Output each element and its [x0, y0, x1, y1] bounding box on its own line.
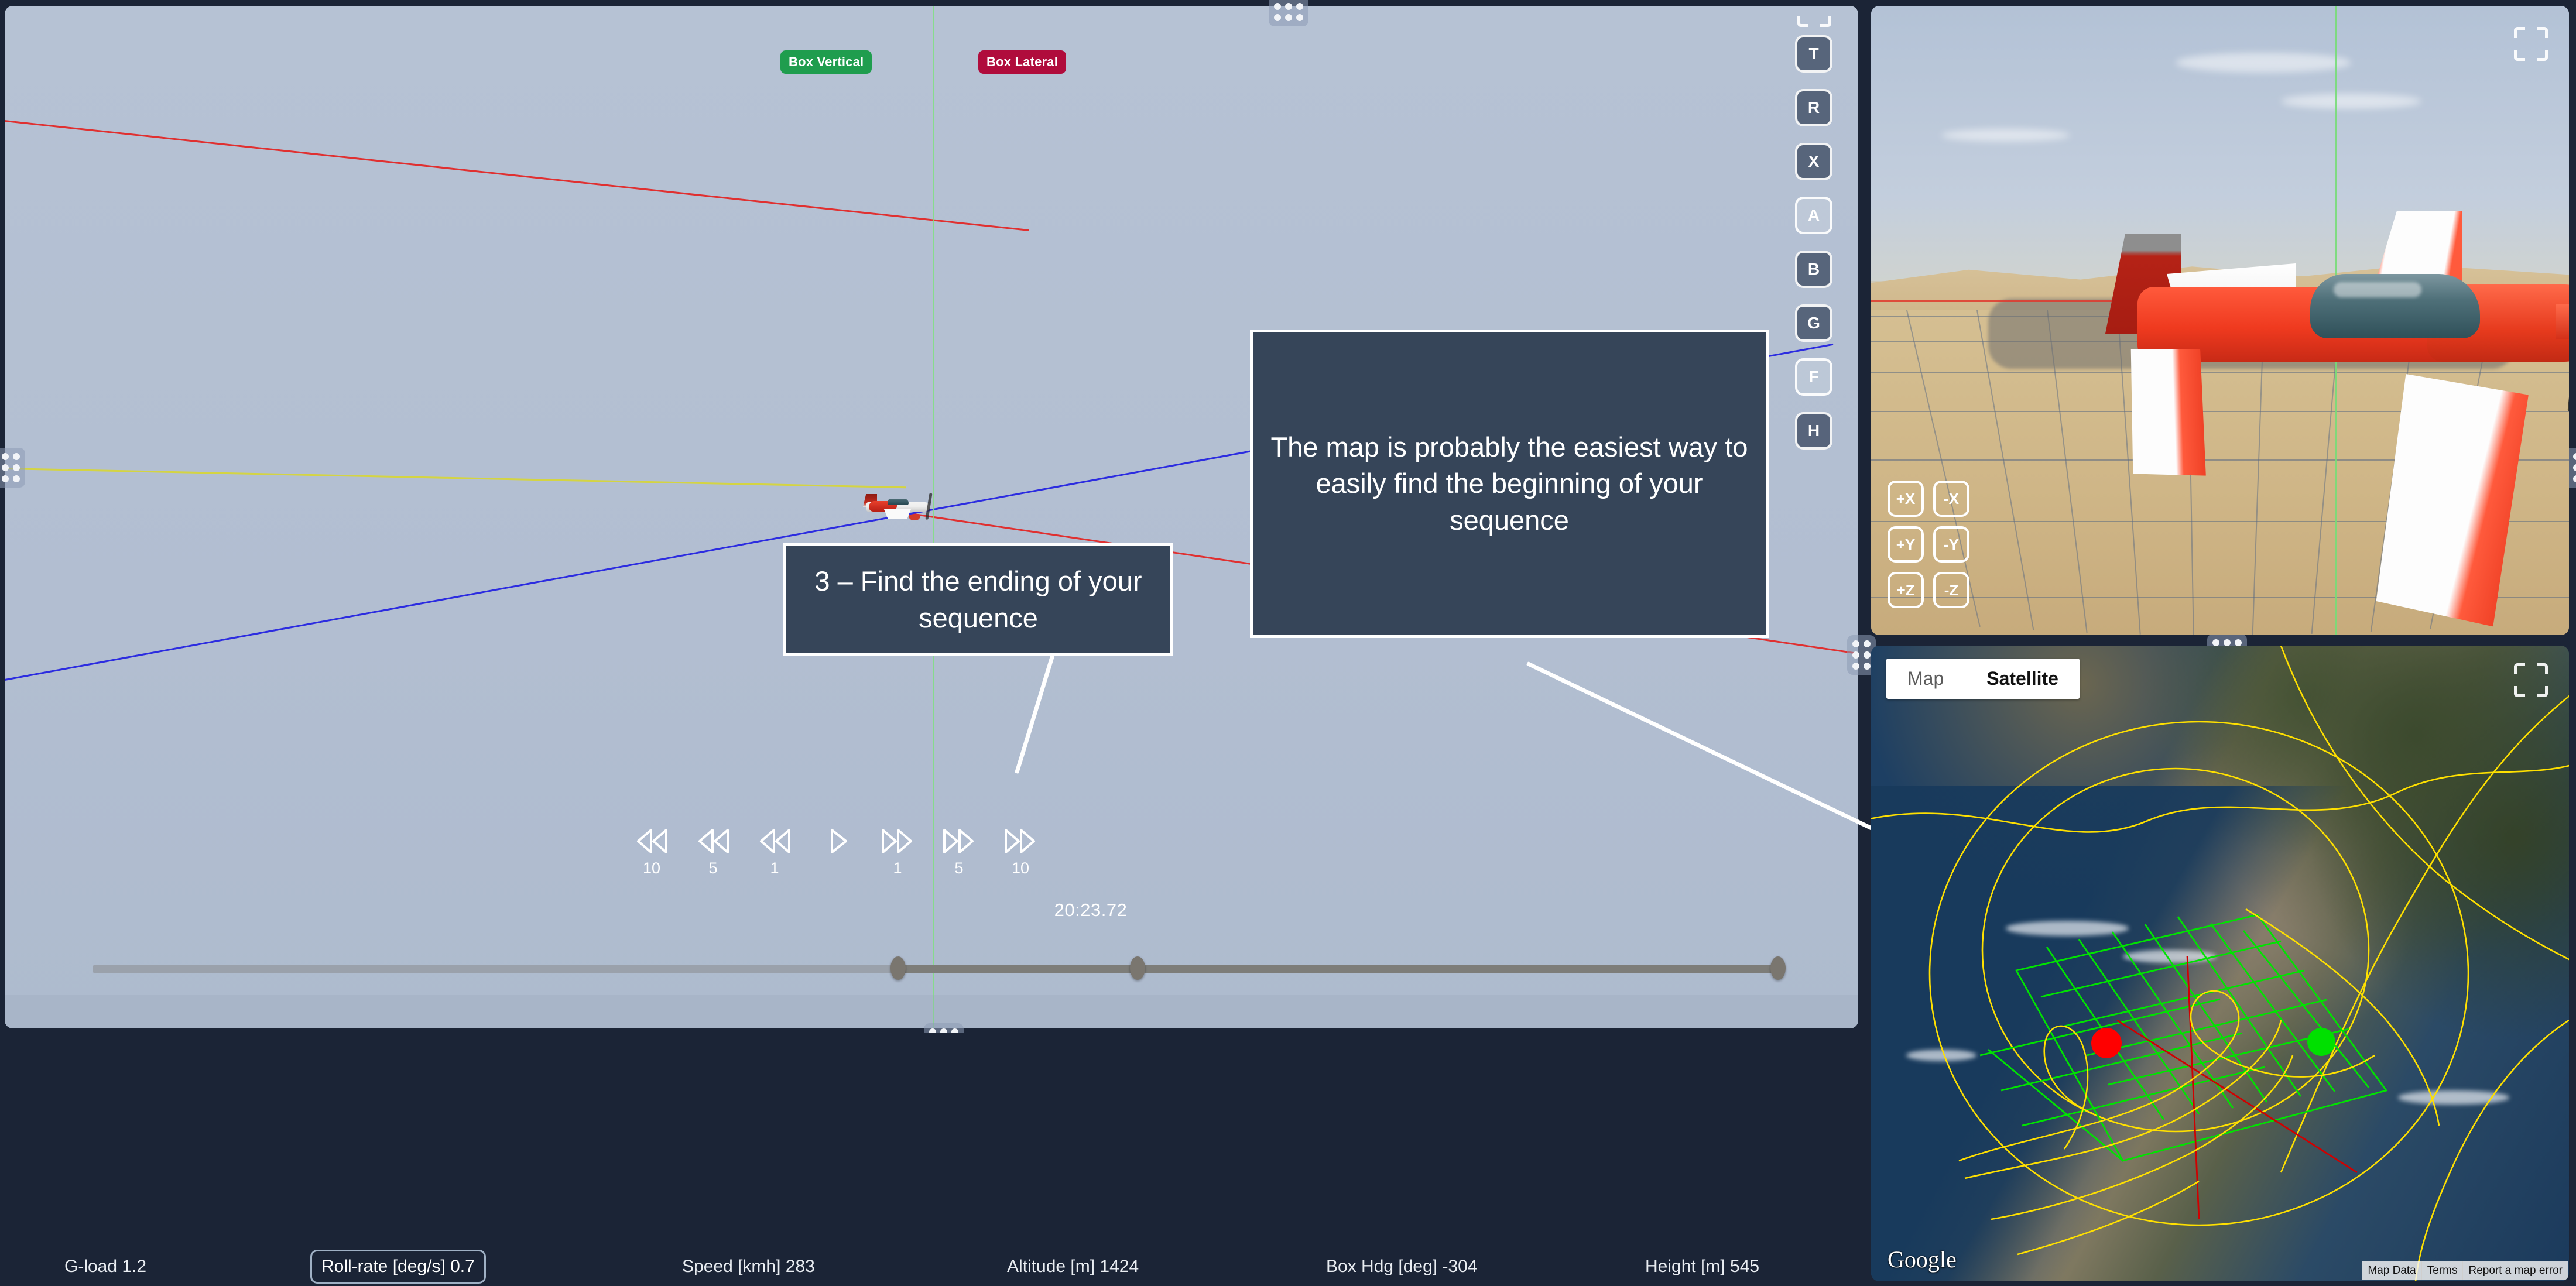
terms-link[interactable]: Terms — [2421, 1261, 2463, 1280]
play-icon — [831, 829, 847, 853]
slider-track[interactable] — [93, 965, 1784, 973]
map-type-toggle[interactable]: Map Satellite — [1886, 659, 2080, 699]
rewind-1-button[interactable]: 1 — [748, 828, 801, 877]
play-button[interactable] — [810, 828, 862, 855]
status-speed: Speed [kmh] 283 — [682, 1257, 815, 1276]
forward-10-amount: 10 — [1011, 859, 1030, 877]
axis-button-plus-z[interactable]: +Z — [1888, 572, 1924, 608]
google-watermark: Google — [1888, 1246, 1957, 1273]
rewind-10-amount: 10 — [642, 859, 661, 877]
timeline-slider[interactable] — [93, 956, 1786, 980]
fullscreen-icon[interactable] — [2514, 27, 2548, 61]
rewind-5-button[interactable]: 5 — [687, 828, 739, 877]
map-type-satellite[interactable]: Satellite — [1965, 659, 2080, 699]
callout-end-text: 3 – Find the ending of your sequence — [814, 565, 1142, 633]
slider-handle-end[interactable] — [1770, 956, 1786, 980]
panel-drag-handle-left[interactable] — [0, 448, 25, 488]
status-box-hdg: Box Hdg [deg] -304 — [1326, 1257, 1478, 1276]
box-vertical-label: Box Vertical — [780, 50, 872, 74]
axis-button-minus-z[interactable]: -Z — [1933, 572, 1969, 608]
rewind-icon — [637, 829, 667, 853]
status-bar: G-load 1.2 Roll-rate [deg/s] 0.7 Speed [… — [0, 1247, 1854, 1286]
key-button-r[interactable]: R — [1795, 89, 1832, 126]
rewind-icon — [698, 829, 729, 853]
key-button-x[interactable]: X — [1795, 143, 1832, 180]
view-key-buttons: T R X A B G F H — [1795, 35, 1832, 466]
forward-5-amount: 5 — [954, 859, 964, 877]
axis-button-minus-y[interactable]: -Y — [1933, 526, 1969, 563]
slider-handle-start[interactable] — [890, 956, 906, 980]
axis-button-plus-y[interactable]: +Y — [1888, 526, 1924, 563]
forward-1-button[interactable]: 1 — [871, 828, 924, 877]
forward-10-button[interactable]: 10 — [994, 828, 1047, 877]
cloud — [2176, 53, 2351, 73]
key-button-h[interactable]: H — [1795, 412, 1832, 450]
fullscreen-icon[interactable] — [1797, 6, 1831, 27]
aircraft-3d-panel[interactable]: +X -X +Y -Y +Z -Z — [1871, 6, 2569, 635]
aircraft-model-main — [852, 489, 946, 521]
fast-forward-icon — [882, 829, 912, 853]
fast-forward-icon — [1005, 829, 1035, 853]
status-altitude: Altitude [m] 1424 — [1007, 1257, 1139, 1276]
map-panel[interactable]: Map Satellite Google Map Data Terms Repo… — [1871, 646, 2569, 1281]
rewind-1-amount: 1 — [770, 859, 779, 877]
playback-timestamp: 20:23.72 — [1054, 900, 1128, 920]
end-marker — [2307, 1028, 2335, 1056]
key-button-f[interactable]: F — [1795, 358, 1832, 396]
report-error-link[interactable]: Report a map error — [2462, 1261, 2568, 1280]
slider-handle-current[interactable] — [1130, 956, 1145, 980]
rewind-icon — [760, 829, 790, 853]
axis-button-minus-x[interactable]: -X — [1933, 481, 1969, 517]
status-height: Height [m] 545 — [1645, 1257, 1760, 1276]
key-button-g[interactable]: G — [1795, 304, 1832, 342]
start-marker — [2091, 1028, 2122, 1058]
map-type-map[interactable]: Map — [1886, 659, 1965, 699]
panel-drag-handle-top[interactable] — [1269, 0, 1308, 26]
forward-1-amount: 1 — [893, 859, 902, 877]
rewind-5-amount: 5 — [708, 859, 718, 877]
slider-range-fill — [898, 965, 1784, 973]
key-button-a[interactable]: A — [1795, 197, 1832, 234]
aircraft-model-detail — [1959, 111, 2569, 521]
status-roll-rate[interactable]: Roll-rate [deg/s] 0.7 — [310, 1250, 486, 1284]
axis-button-plus-x[interactable]: +X — [1888, 481, 1924, 517]
box-lateral-label: Box Lateral — [978, 50, 1067, 74]
key-button-b[interactable]: B — [1795, 251, 1832, 288]
map-attribution: Map Data Terms Report a map error — [2362, 1261, 2568, 1280]
fullscreen-icon[interactable] — [2514, 663, 2548, 697]
status-g-load: G-load 1.2 — [64, 1257, 147, 1276]
map-data-link[interactable]: Map Data — [2362, 1261, 2421, 1280]
cloud — [2281, 94, 2421, 109]
callout-map-text: The map is probably the easiest way to e… — [1270, 431, 1748, 536]
axis-view-buttons: +X -X +Y -Y +Z -Z — [1888, 481, 1969, 618]
playback-controls: 10 5 1 1 5 10 — [625, 828, 1164, 898]
flight-track-overlay — [1871, 646, 2569, 1281]
forward-5-button[interactable]: 5 — [933, 828, 985, 877]
roll-rate-chart-panel[interactable]: Roll-rate 420-2-4-6 0.7 G-load 1.2 Roll-… — [0, 1033, 1854, 1286]
callout-end-of-sequence: 3 – Find the ending of your sequence — [783, 543, 1173, 656]
rewind-10-button[interactable]: 10 — [625, 828, 678, 877]
app-root: Box Vertical Box Lateral T R X A B G F H… — [0, 0, 2576, 1286]
fast-forward-icon — [943, 829, 974, 853]
callout-map-hint: The map is probably the easiest way to e… — [1250, 330, 1769, 638]
key-button-t[interactable]: T — [1795, 35, 1832, 73]
